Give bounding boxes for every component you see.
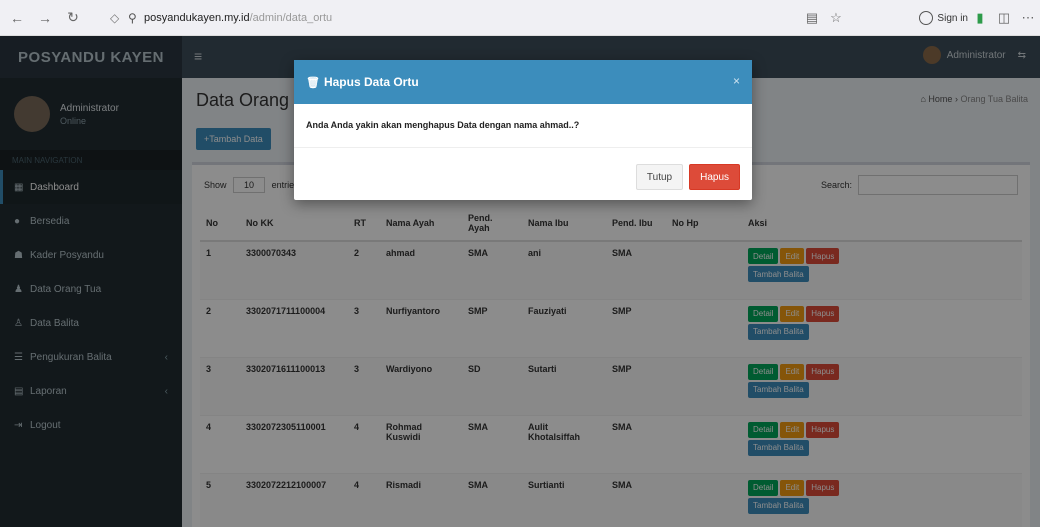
collections-icon[interactable]: ◫ <box>992 10 1016 26</box>
back-icon[interactable]: ← <box>6 7 28 29</box>
confirm-delete-button[interactable]: Hapus <box>689 164 740 190</box>
lock-icon: ⚲ <box>128 10 137 25</box>
modal-footer: Tutup Hapus <box>635 164 740 190</box>
url-path: /admin/data_ortu <box>249 11 333 24</box>
shield-icon: ◇ <box>110 10 120 25</box>
reload-icon[interactable]: ↻ <box>62 7 84 29</box>
url-host: posyandukayen.my.id <box>144 11 250 24</box>
sign-in-button[interactable]: Sign in <box>919 11 968 25</box>
trash-icon: 🗑 <box>306 76 320 89</box>
close-icon[interactable]: × <box>733 74 740 88</box>
menu-icon[interactable]: ⋯ <box>1016 10 1040 26</box>
cancel-button[interactable]: Tutup <box>635 164 684 190</box>
forward-icon[interactable]: → <box>34 7 56 29</box>
extensions-icon[interactable]: ▮ <box>968 10 992 26</box>
modal-message: Anda Anda yakin akan menghapus Data deng… <box>294 104 752 148</box>
delete-confirm-modal: 🗑 Hapus Data Ortu × Anda Anda yakin akan… <box>294 60 752 200</box>
sign-in-label: Sign in <box>937 12 968 24</box>
modal-title: Hapus Data Ortu <box>323 75 419 89</box>
account-icon <box>919 11 934 25</box>
address-bar[interactable]: ◇ ⚲ posyandukayen.my.id /admin/data_ortu <box>110 5 800 31</box>
browser-toolbar: ← → ↻ ◇ ⚲ posyandukayen.my.id /admin/dat… <box>0 0 1040 36</box>
modal-header: 🗑 Hapus Data Ortu <box>294 60 752 104</box>
